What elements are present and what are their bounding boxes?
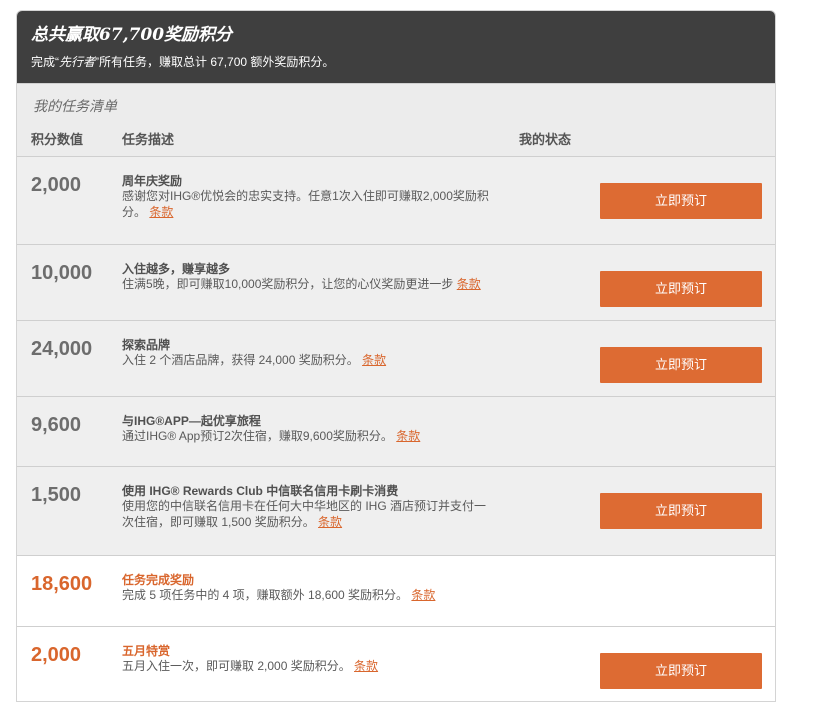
book-now-button[interactable]: 立即预订: [600, 653, 762, 689]
task-description: 完成 5 项任务中的 4 项，赚取额外 18,600 奖励积分。 条款: [122, 587, 522, 603]
task-row: 10,000 入住越多，赚享越多 住满5晚，即可赚取10,000奖励积分，让您的…: [17, 244, 775, 320]
task-title: 使用 IHG® Rewards Club 中信联名信用卡刷卡消费: [122, 484, 399, 498]
task-list-header: 我的任务清单 积分数值 任务描述 我的状态: [17, 83, 775, 156]
task-description-text: 使用您的中信联名信用卡在任何大中华地区的 IHG 酒店预订并支付一次住宿，即可赚…: [122, 499, 487, 529]
task-title: 周年庆奖励: [122, 174, 183, 188]
task-description: 住满5晚，即可赚取10,000奖励积分，让您的心仪奖励更进一步 条款: [122, 276, 522, 292]
panel-header: 总共赢取67,700奖励积分 完成“先行者”所有任务，赚取总计 67,700 额…: [17, 11, 775, 83]
book-now-button[interactable]: 立即预订: [600, 493, 762, 529]
subtitle-post: ”所有任务，赚取总计 67,700 额外奖励积分。: [95, 55, 335, 69]
task-description: 感谢您对IHG®优悦会的忠实支持。任意1次入住即可赚取2,000奖励积分。 条款: [122, 188, 492, 220]
task-description-text: 入住 2 个酒店品牌，获得 24,000 奖励积分。: [122, 353, 359, 367]
terms-link[interactable]: 条款: [411, 588, 435, 602]
task-row: 24,000 探索品牌 入住 2 个酒店品牌，获得 24,000 奖励积分。 条…: [17, 320, 775, 396]
task-title: 入住越多，赚享越多: [122, 262, 231, 276]
task-row: 2,000 五月特赏 五月入住一次，即可赚取 2,000 奖励积分。 条款 立即…: [17, 626, 775, 701]
task-title: 与IHG®APP—起优享旅程: [122, 414, 261, 428]
task-title: 探索品牌: [122, 338, 171, 352]
book-now-button[interactable]: 立即预订: [600, 183, 762, 219]
panel-subtitle: 完成“先行者”所有任务，赚取总计 67,700 额外奖励积分。: [31, 54, 761, 70]
task-points: 18,600: [31, 573, 93, 595]
task-description: 五月入住一次，即可赚取 2,000 奖励积分。 条款: [122, 658, 522, 674]
task-description: 通过IHG® App预订2次住宿，赚取9,600奖励积分。 条款: [122, 428, 522, 444]
terms-link[interactable]: 条款: [318, 515, 342, 529]
task-row: 18,600 任务完成奖励 完成 5 项任务中的 4 项，赚取额外 18,600…: [17, 555, 775, 626]
task-description-text: 通过IHG® App预订2次住宿，赚取9,600奖励积分。: [122, 429, 393, 443]
terms-link[interactable]: 条款: [149, 205, 173, 219]
task-row: 9,600 与IHG®APP—起优享旅程 通过IHG® App预订2次住宿，赚取…: [17, 396, 775, 466]
task-title: 任务完成奖励: [122, 573, 195, 587]
column-header-status: 我的状态: [519, 132, 572, 147]
task-description-text: 住满5晚，即可赚取10,000奖励积分，让您的心仪奖励更进一步: [122, 277, 454, 291]
task-points: 2,000: [31, 644, 82, 666]
task-description-text: 五月入住一次，即可赚取 2,000 奖励积分。: [122, 659, 351, 673]
terms-link[interactable]: 条款: [354, 659, 378, 673]
task-panel: 总共赢取67,700奖励积分 完成“先行者”所有任务，赚取总计 67,700 额…: [16, 10, 776, 702]
terms-link[interactable]: 条款: [396, 429, 420, 443]
terms-link[interactable]: 条款: [457, 277, 481, 291]
column-header-description: 任务描述: [122, 132, 175, 147]
task-row: 1,500 使用 IHG® Rewards Club 中信联名信用卡刷卡消费 使…: [17, 466, 775, 555]
task-description: 入住 2 个酒店品牌，获得 24,000 奖励积分。 条款: [122, 352, 522, 368]
panel-title: 总共赢取67,700奖励积分: [31, 25, 233, 45]
task-points: 1,500: [31, 484, 82, 506]
task-description: 使用您的中信联名信用卡在任何大中华地区的 IHG 酒店预订并支付一次住宿，即可赚…: [122, 498, 492, 530]
task-points: 10,000: [31, 262, 93, 284]
task-list-title: 我的任务清单: [33, 99, 117, 115]
task-title: 五月特赏: [122, 644, 171, 658]
task-points: 24,000: [31, 338, 93, 360]
column-header-points: 积分数值: [31, 132, 84, 147]
terms-link[interactable]: 条款: [362, 353, 386, 367]
subtitle-pre: 完成“: [31, 55, 59, 69]
task-description-text: 完成 5 项任务中的 4 项，赚取额外 18,600 奖励积分。: [122, 588, 409, 602]
task-row: 2,000 周年庆奖励 感谢您对IHG®优悦会的忠实支持。任意1次入住即可赚取2…: [17, 156, 775, 244]
task-points: 9,600: [31, 414, 82, 436]
book-now-button[interactable]: 立即预订: [600, 347, 762, 383]
task-points: 2,000: [31, 174, 82, 196]
subtitle-highlight: 先行者: [59, 55, 96, 69]
book-now-button[interactable]: 立即预订: [600, 271, 762, 307]
task-description-text: 感谢您对IHG®优悦会的忠实支持。任意1次入住即可赚取2,000奖励积分。: [122, 189, 489, 219]
